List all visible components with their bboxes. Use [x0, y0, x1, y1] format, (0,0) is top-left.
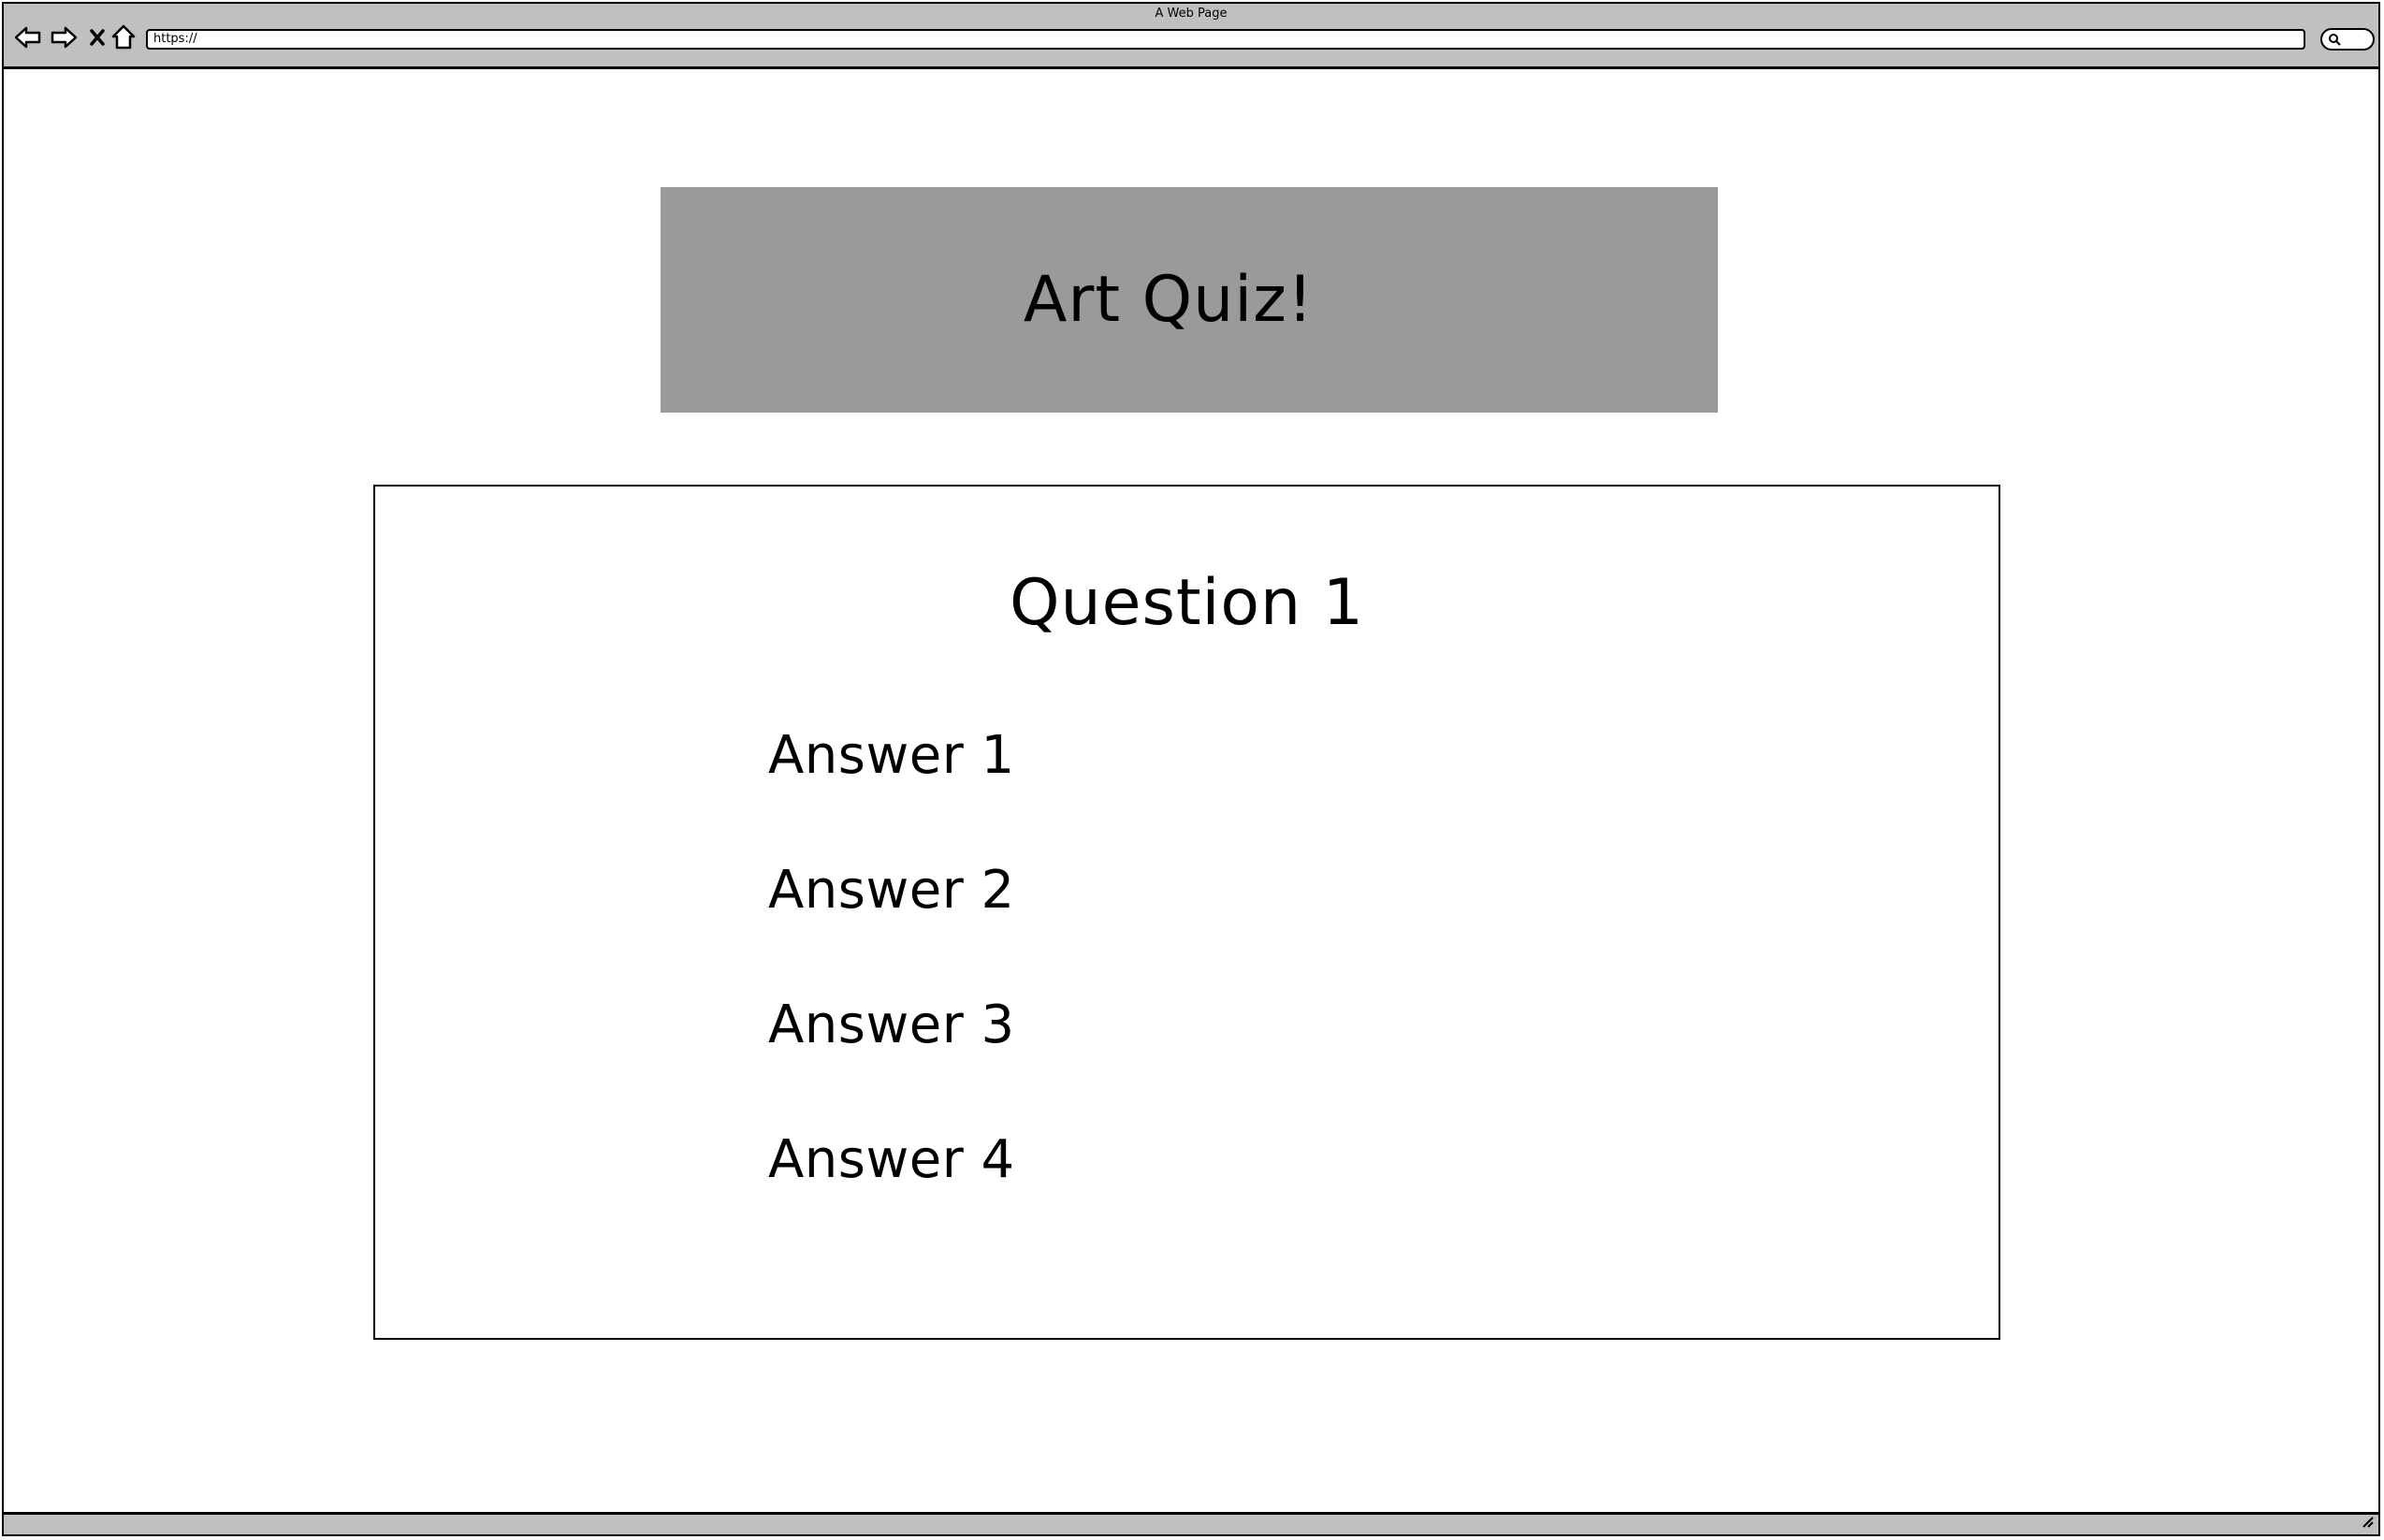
- quiz-header-banner: Art Quiz!: [661, 187, 1718, 413]
- browser-toolbar: A Web Page https://: [4, 4, 2378, 69]
- answer-option-4[interactable]: Answer 4: [768, 1130, 1015, 1265]
- url-text: https://: [153, 32, 197, 46]
- search-icon: [2329, 34, 2341, 46]
- status-bar: [4, 1512, 2378, 1534]
- browser-window: A Web Page https:// Art Quiz! Question 1…: [2, 2, 2380, 1536]
- search-button[interactable]: [2320, 28, 2375, 51]
- answer-list: Answer 1 Answer 2 Answer 3 Answer 4: [768, 726, 1015, 1265]
- page-title: Art Quiz!: [1023, 263, 1315, 337]
- answer-option-2[interactable]: Answer 2: [768, 861, 1015, 995]
- question-title: Question 1: [1009, 566, 1365, 640]
- question-card: Question 1 Answer 1 Answer 2 Answer 3 An…: [373, 485, 2000, 1340]
- back-arrow-icon[interactable]: [13, 22, 43, 52]
- window-title: A Web Page: [1155, 7, 1228, 21]
- answer-option-1[interactable]: Answer 1: [768, 726, 1015, 861]
- address-bar[interactable]: https://: [146, 29, 2305, 50]
- home-icon[interactable]: [109, 22, 138, 52]
- resize-grip-icon[interactable]: [2360, 1514, 2375, 1533]
- forward-arrow-icon[interactable]: [49, 22, 79, 52]
- answer-option-3[interactable]: Answer 3: [768, 995, 1015, 1130]
